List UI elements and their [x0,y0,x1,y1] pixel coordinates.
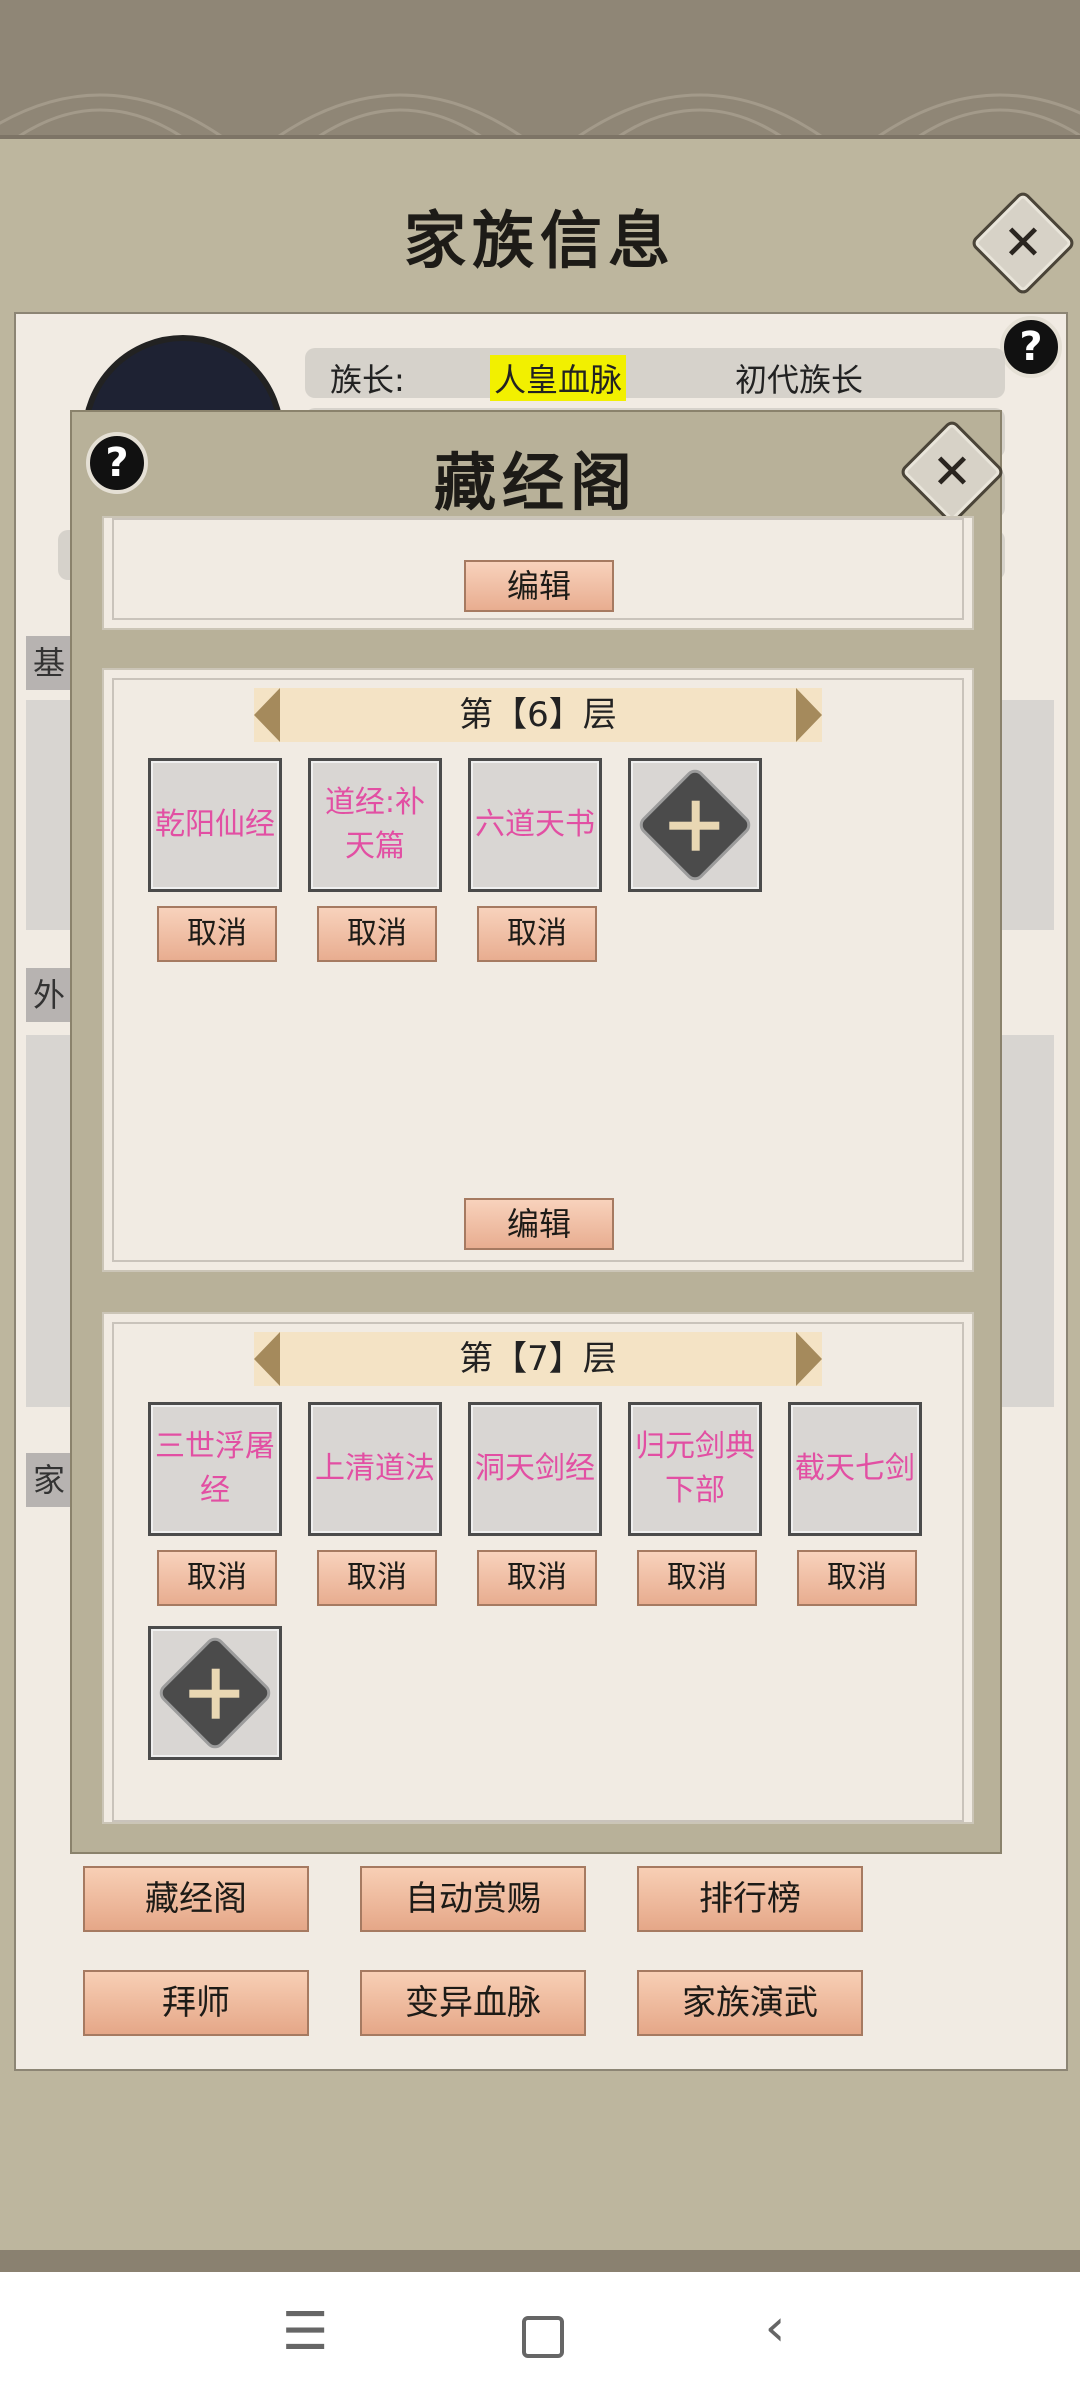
back-icon[interactable]: ‹ [740,2298,810,2358]
floor-banner-7: 第【7】层 [254,1332,822,1386]
section-tab-outer: 外 [26,968,72,1022]
apprentice-button[interactable]: 拜师 [83,1970,309,2036]
add-slot-icon [635,765,755,885]
close-icon: ✕ [931,444,973,500]
family-martial-button[interactable]: 家族演武 [637,1970,863,2036]
leader-label: 族长: [330,361,405,399]
floor-banner-6: 第【6】层 [254,688,822,742]
prev-arrow-icon[interactable] [254,1332,280,1386]
book-slot[interactable]: 三世浮屠经 [148,1402,282,1536]
edit-button-floor-6[interactable]: 编辑 [464,1198,614,1250]
leader-title: 初代族长 [735,361,864,399]
floor-title-7: 第【7】层 [459,1339,617,1379]
family-help-button[interactable]: ? [1000,316,1062,378]
leader-row [305,348,1005,398]
bottom-edge [0,2250,1080,2272]
library-button[interactable]: 藏经阁 [83,1866,309,1932]
system-nav-bar: ☰ ‹ [0,2272,1080,2400]
library-title: 藏经阁 [433,446,638,519]
menu-icon[interactable]: ☰ [270,2302,340,2362]
library-help-button[interactable]: ? [86,432,148,494]
mutant-bloodline-button[interactable]: 变异血脉 [360,1970,586,2036]
home-icon[interactable] [522,2316,564,2358]
auto-reward-button[interactable]: 自动赏赐 [360,1866,586,1932]
bloodline-label: 人皇血脉 [490,355,627,401]
cancel-button[interactable]: 取消 [477,1550,597,1606]
cancel-button[interactable]: 取消 [797,1550,917,1606]
book-slot[interactable]: 六道天书 [468,758,602,892]
cancel-button[interactable]: 取消 [157,1550,277,1606]
help-icon: ? [105,440,129,486]
floor-panel-6: 第【6】层 乾阳仙经 道经:补天篇 六道天书 取消 取消 取消 编辑 [102,668,974,1272]
add-book-slot[interactable] [148,1626,282,1760]
top-decor-band [0,0,1080,150]
library-modal: 藏经阁 ? ✕ 编辑 第【6】层 乾阳仙经 道经:补天篇 六道天书 取消 取消 … [70,410,1006,1854]
close-icon: ✕ [1002,215,1044,271]
add-slot-icon [155,1633,275,1753]
book-slot[interactable]: 归元剑典下部 [628,1402,762,1536]
book-slot[interactable]: 道经:补天篇 [308,758,442,892]
cancel-button[interactable]: 取消 [637,1550,757,1606]
cancel-button[interactable]: 取消 [157,906,277,962]
book-slot[interactable]: 上清道法 [308,1402,442,1536]
cancel-button[interactable]: 取消 [477,906,597,962]
floor-title-6: 第【6】层 [459,695,617,735]
section-tab-family: 家 [26,1453,72,1507]
cancel-button[interactable]: 取消 [317,906,437,962]
edit-button-floor-5[interactable]: 编辑 [464,560,614,612]
book-slot[interactable]: 截天七剑 [788,1402,922,1536]
next-arrow-icon[interactable] [796,688,822,742]
add-book-slot[interactable] [628,758,762,892]
book-slot[interactable]: 洞天剑经 [468,1402,602,1536]
next-arrow-icon[interactable] [796,1332,822,1386]
ranking-button[interactable]: 排行榜 [637,1866,863,1932]
floor-panel-partial: 编辑 [102,516,974,630]
floor-panel-7: 第【7】层 三世浮屠经 上清道法 洞天剑经 归元剑典下部 截天七剑 取消 取消 … [102,1312,974,1824]
section-tab-basic: 基 [26,636,72,690]
family-info-title: 家族信息 [403,204,676,277]
help-icon: ? [1019,324,1043,370]
book-slot[interactable]: 乾阳仙经 [148,758,282,892]
prev-arrow-icon[interactable] [254,688,280,742]
cancel-button[interactable]: 取消 [317,1550,437,1606]
